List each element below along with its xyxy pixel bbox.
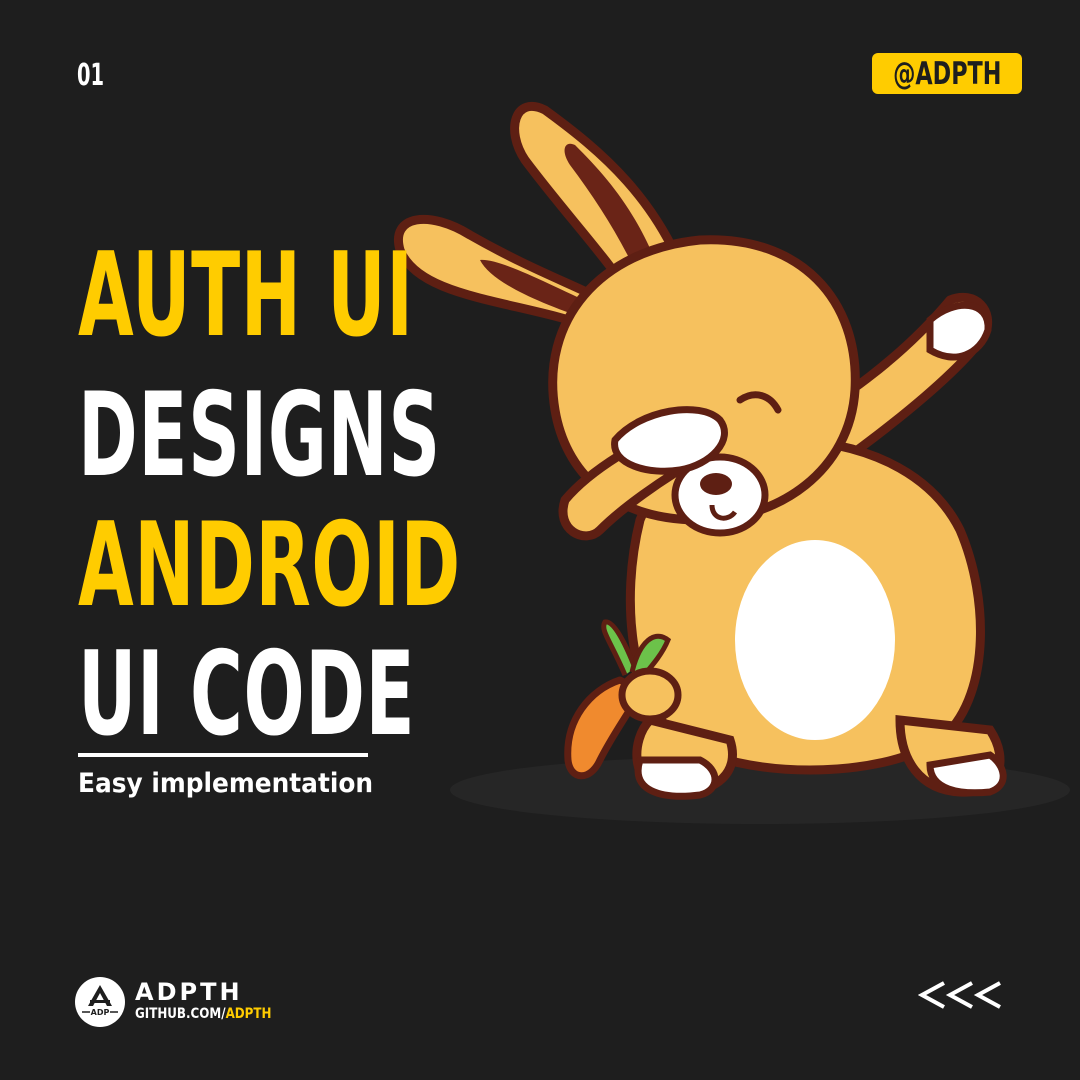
triple-chevron-left-icon[interactable]: [918, 980, 1008, 1010]
brand-name: ADPTH: [135, 978, 243, 1006]
headline-line-2: DESIGNS: [78, 368, 441, 503]
handle-badge: @ADPTH: [872, 53, 1022, 94]
headline-line-3: ANDROID: [78, 498, 461, 633]
bunny-mascot-illustration: [394, 101, 1070, 824]
brand-url-prefix: GITHUB.COM/: [135, 1006, 226, 1022]
brand-url-user: ADPTH: [225, 1006, 272, 1022]
brand-url[interactable]: GITHUB.COM/ADPTH: [135, 1006, 271, 1022]
divider: [78, 753, 368, 757]
handle-text: @ADPTH: [892, 55, 1002, 92]
logo-text: ADP: [91, 1008, 110, 1017]
headline-line-4: UI CODE: [78, 627, 416, 762]
adpth-logo-icon: ADP: [75, 977, 125, 1027]
tagline: Easy implementation: [78, 768, 374, 799]
headline-line-1: AUTH UI: [78, 228, 414, 363]
slide-number: 01: [77, 58, 105, 93]
